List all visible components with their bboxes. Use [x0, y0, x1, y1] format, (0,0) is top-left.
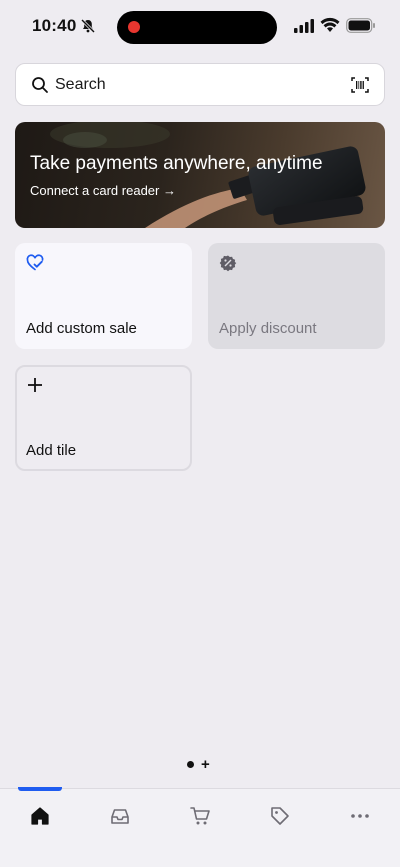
- tab-more[interactable]: [347, 803, 373, 829]
- card-reader-banner[interactable]: Take payments anywhere, anytime Connect …: [15, 122, 385, 228]
- app-screen: 10:40 Search Take payments anywhere, any…: [0, 0, 400, 867]
- cellular-signal-icon: [294, 19, 314, 33]
- battery-icon: [346, 18, 375, 33]
- banner-photo: [50, 122, 366, 228]
- wifi-icon: [320, 17, 340, 32]
- active-tab-indicator: [18, 787, 62, 791]
- barcode-scan-icon[interactable]: [351, 76, 369, 94]
- tab-items[interactable]: [267, 803, 293, 829]
- home-icon: [31, 807, 49, 825]
- search-placeholder: Search: [55, 76, 106, 93]
- status-time: 10:40: [32, 16, 77, 35]
- add-page-button[interactable]: +: [201, 757, 210, 772]
- heart-check-icon: [26, 254, 44, 271]
- status-bar: 10:40: [0, 0, 400, 54]
- connect-card-reader-link[interactable]: Connect a card reader →: [30, 183, 176, 198]
- apply-discount-tile[interactable]: Apply discount: [208, 243, 385, 349]
- page-indicator: +: [187, 757, 215, 772]
- apply-discount-label: Apply discount: [219, 320, 317, 337]
- dynamic-island: [117, 11, 277, 44]
- plus-icon: [28, 378, 42, 392]
- discount-badge-icon: [219, 255, 237, 272]
- bell-off-icon: [80, 18, 96, 34]
- inbox-icon: [111, 809, 129, 824]
- search-bar[interactable]: Search: [15, 63, 385, 106]
- add-custom-sale-tile[interactable]: Add custom sale: [15, 243, 192, 349]
- add-tile-label: Add tile: [26, 442, 77, 459]
- add-tile-button[interactable]: Add tile: [15, 365, 192, 471]
- cart-icon: [190, 807, 210, 825]
- tab-home[interactable]: [27, 803, 53, 829]
- add-custom-sale-label: Add custom sale: [26, 320, 137, 337]
- tab-inbox[interactable]: [107, 803, 133, 829]
- tab-cart[interactable]: [187, 803, 213, 829]
- page-dot-active[interactable]: [187, 761, 194, 768]
- tag-icon: [271, 807, 289, 825]
- tab-bar: [0, 787, 400, 867]
- recording-indicator: [128, 21, 140, 33]
- banner-title: Take payments anywhere, anytime: [30, 153, 323, 174]
- more-icon: [351, 814, 369, 818]
- search-icon: [32, 77, 48, 93]
